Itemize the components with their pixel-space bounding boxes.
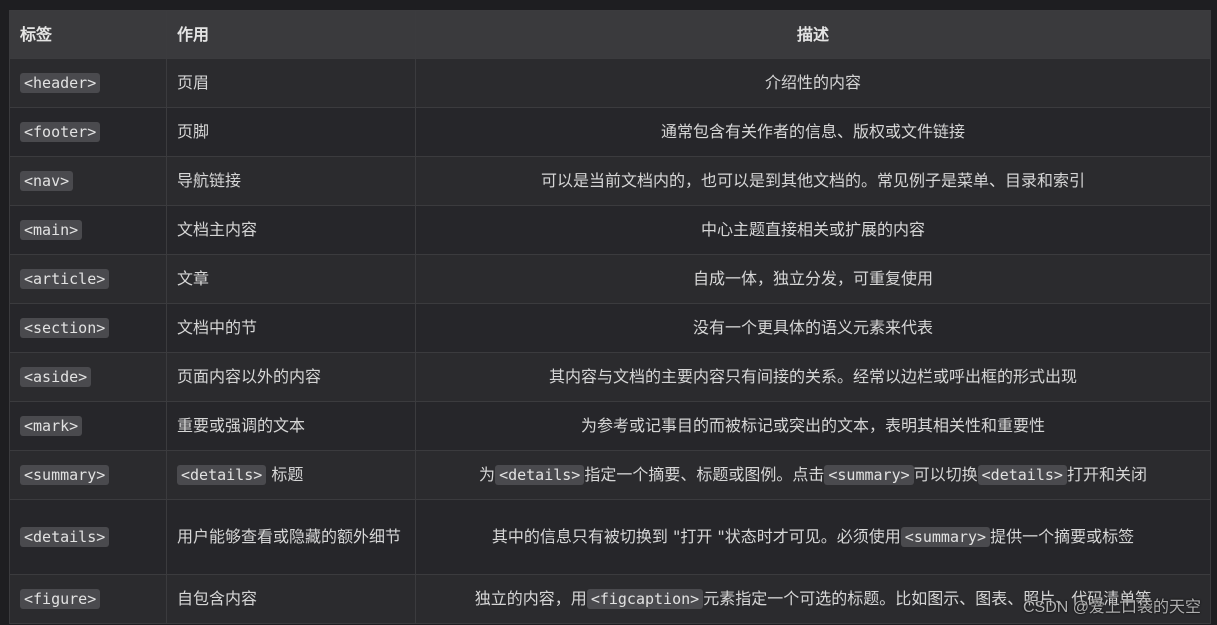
- page: 标签 作用 描述 <header> 页眉 介绍性的内容 <footer> 页脚 通常包含有…: [0, 0, 1217, 625]
- role-code: <details>: [177, 465, 267, 485]
- table-row: <mark> 重要或强调的文本 为参考或记事目的而被标记或突出的文本，表明其相关性和…: [9, 401, 1211, 451]
- description-code: <summary>: [900, 527, 991, 547]
- description-cell: 其内容与文档的主要内容只有间接的关系。经常以边栏或呼出框的形式出现: [415, 352, 1211, 402]
- description-cell: 为参考或记事目的而被标记或突出的文本，表明其相关性和重要性: [415, 401, 1211, 451]
- description-text: 打开和关闭: [1066, 465, 1147, 484]
- tag-cell: <mark>: [9, 401, 167, 451]
- tag-cell: <nav>: [9, 156, 167, 206]
- tag-cell: <figure>: [9, 574, 167, 624]
- table-row: <nav> 导航链接 可以是当前文档内的，也可以是到其他文档的。常见例子是菜单、目录…: [9, 156, 1211, 206]
- role-cell: 自包含内容: [166, 574, 416, 624]
- description-text: 没有一个更具体的语义元素来代表: [692, 318, 933, 337]
- tag-cell: <summary>: [9, 450, 167, 500]
- description-cell: 可以是当前文档内的，也可以是到其他文档的。常见例子是菜单、目录和索引: [415, 156, 1211, 206]
- role-text: 页面内容以外的内容: [177, 367, 322, 386]
- table-row: <details> 用户能够查看或隐藏的额外细节 其中的信息只有被切换到 "打开 "…: [9, 499, 1211, 575]
- tag-code: <header>: [20, 73, 101, 93]
- role-cell: 用户能够查看或隐藏的额外细节: [166, 499, 416, 575]
- tag-code: <summary>: [20, 465, 110, 485]
- role-text: 重要或强调的文本: [177, 416, 306, 435]
- table-row: <main> 文档主内容 中心主题直接相关或扩展的内容: [9, 205, 1211, 255]
- table-row: <section> 文档中的节 没有一个更具体的语义元素来代表: [9, 303, 1211, 353]
- table-row: <header> 页眉 介绍性的内容: [9, 58, 1211, 108]
- role-text: 用户能够查看或隐藏的额外细节: [177, 527, 402, 546]
- tag-cell: <header>: [9, 58, 167, 108]
- tag-code: <section>: [20, 318, 110, 338]
- description-cell: 为 <details> 指定一个摘要、标题或图例。点击 <summary> 可以切换 <d…: [415, 450, 1211, 500]
- table-header-row: 标签 作用 描述: [9, 10, 1211, 59]
- role-cell: 文档主内容: [166, 205, 416, 255]
- role-cell: 页脚: [166, 107, 416, 157]
- description-code: <summary>: [824, 465, 914, 485]
- tag-code: <mark>: [20, 416, 83, 436]
- description-text: 其内容与文档的主要内容只有间接的关系。经常以边栏或呼出框的形式出现: [548, 367, 1077, 386]
- role-cell: 重要或强调的文本: [166, 401, 416, 451]
- role-text: 标题: [266, 465, 304, 484]
- tag-code: <article>: [20, 269, 110, 289]
- tag-cell: <aside>: [9, 352, 167, 402]
- description-text: 介绍性的内容: [764, 73, 861, 92]
- watermark: CSDN @爱上口袋的天空: [1022, 599, 1201, 616]
- role-cell: 页眉: [166, 58, 416, 108]
- role-text: 文章: [177, 269, 210, 288]
- description-text: 提供一个摘要或标签: [990, 527, 1135, 546]
- tag-cell: <footer>: [9, 107, 167, 157]
- role-text: 页脚: [177, 122, 210, 141]
- description-text: 可以是当前文档内的，也可以是到其他文档的。常见例子是菜单、目录和索引: [540, 171, 1085, 190]
- tag-code: <aside>: [20, 367, 92, 387]
- role-cell: <details> 标题: [166, 450, 416, 500]
- tag-code: <main>: [20, 220, 83, 240]
- tag-code: <details>: [20, 527, 110, 547]
- description-text: 可以切换: [913, 465, 978, 484]
- description-text: 独立的内容，用: [474, 589, 587, 608]
- table-row: <summary> <details> 标题为 <details> 指定一个摘要、标题…: [9, 450, 1211, 500]
- tag-code: <nav>: [20, 171, 74, 191]
- description-cell: 其中的信息只有被切换到 "打开 "状态时才可见。必须使用 <summary> 提供一…: [415, 499, 1211, 575]
- table-row: <aside> 页面内容以外的内容 其内容与文档的主要内容只有间接的关系。经常以边栏…: [9, 352, 1211, 402]
- role-cell: 导航链接: [166, 156, 416, 206]
- role-text: 文档中的节: [177, 318, 258, 337]
- role-text: 文档主内容: [177, 220, 258, 239]
- description-code: <figcaption>: [586, 589, 704, 609]
- description-code: <details>: [977, 465, 1067, 485]
- role-text: 页眉: [177, 73, 210, 92]
- description-text: 中心主题直接相关或扩展的内容: [700, 220, 925, 239]
- description-text: 指定一个摘要、标题或图例。点击: [584, 465, 825, 484]
- tag-cell: <section>: [9, 303, 167, 353]
- semantic-tags-table: 标签 作用 描述 <header> 页眉 介绍性的内容 <footer> 页脚 通常包含有…: [9, 10, 1211, 624]
- header-role: 作用: [166, 10, 416, 59]
- description-code: <details>: [495, 465, 585, 485]
- role-cell: 文档中的节: [166, 303, 416, 353]
- tag-code: <figure>: [20, 589, 101, 609]
- description-cell: 自成一体，独立分发，可重复使用: [415, 254, 1211, 304]
- description-cell: 没有一个更具体的语义元素来代表: [415, 303, 1211, 353]
- tag-cell: <article>: [9, 254, 167, 304]
- role-text: 导航链接: [177, 171, 242, 190]
- description-text: 自成一体，独立分发，可重复使用: [692, 269, 933, 288]
- description-text: 通常包含有关作者的信息、版权或文件链接: [660, 122, 965, 141]
- description-text: 为: [479, 465, 496, 484]
- description-text: 其中的信息只有被切换到 "打开 "状态时才可见。必须使用: [491, 527, 901, 546]
- table-row: <footer> 页脚 通常包含有关作者的信息、版权或文件链接: [9, 107, 1211, 157]
- role-cell: 文章: [166, 254, 416, 304]
- tag-cell: <main>: [9, 205, 167, 255]
- tag-cell: <details>: [9, 499, 167, 575]
- header-description: 描述: [415, 10, 1211, 59]
- tag-code: <footer>: [20, 122, 101, 142]
- description-cell: 介绍性的内容: [415, 58, 1211, 108]
- description-text: 为参考或记事目的而被标记或突出的文本，表明其相关性和重要性: [580, 416, 1045, 435]
- description-cell: 中心主题直接相关或扩展的内容: [415, 205, 1211, 255]
- table-row: <article> 文章 自成一体，独立分发，可重复使用: [9, 254, 1211, 304]
- header-tag: 标签: [9, 10, 167, 59]
- role-cell: 页面内容以外的内容: [166, 352, 416, 402]
- description-cell: 通常包含有关作者的信息、版权或文件链接: [415, 107, 1211, 157]
- role-text: 自包含内容: [177, 589, 258, 608]
